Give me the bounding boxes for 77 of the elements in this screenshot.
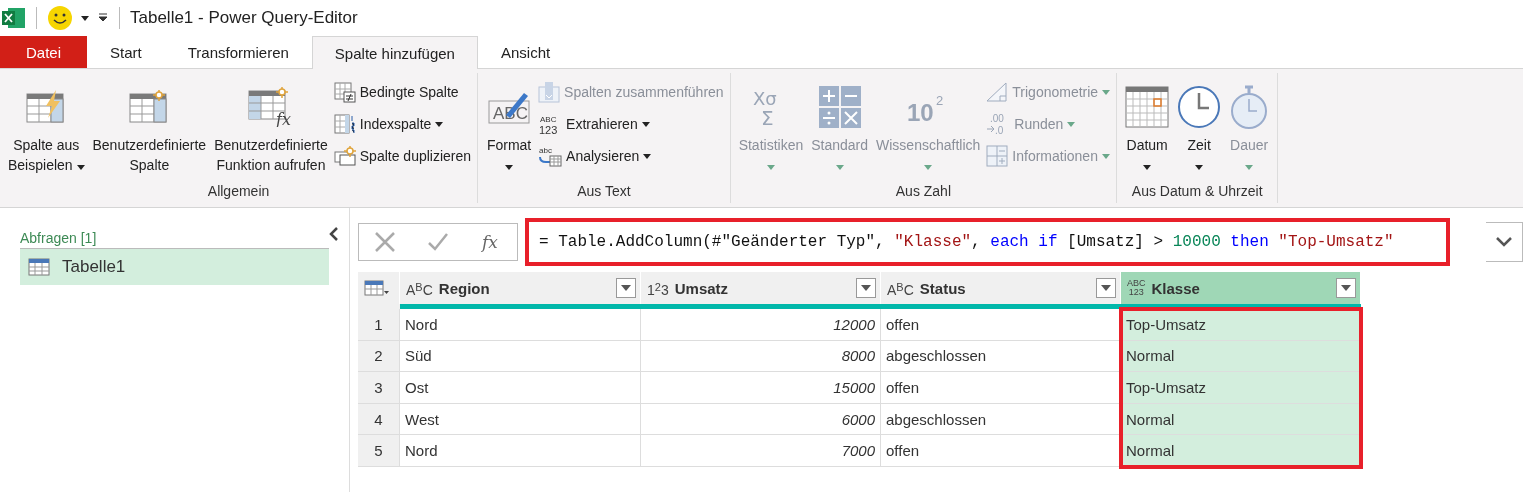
table-cell: 6000 bbox=[641, 403, 881, 436]
duplicate-column-icon bbox=[333, 146, 356, 166]
table-cell: Normal bbox=[1121, 403, 1361, 436]
caret-icon bbox=[861, 285, 871, 291]
table-cell: 8000 bbox=[641, 340, 881, 373]
table-cell: Nord bbox=[400, 435, 641, 467]
ribbon-button[interactable]: Spalte duplizieren bbox=[333, 143, 472, 169]
table-cell: Ost bbox=[400, 372, 641, 404]
triangle-ruler-icon bbox=[986, 81, 1009, 103]
merge-columns-icon bbox=[538, 81, 561, 103]
row-number: 1 bbox=[358, 309, 400, 341]
table-cell: 7000 bbox=[641, 435, 881, 467]
ribbon-button[interactable]: Benutzerdefinierte Spalte bbox=[90, 73, 209, 175]
table-cell: Süd bbox=[400, 340, 641, 373]
row-number: 5 bbox=[358, 435, 400, 467]
caret-icon bbox=[81, 15, 89, 21]
group-label: Aus Zahl bbox=[894, 183, 952, 201]
index-column-icon bbox=[333, 113, 356, 135]
table-cell: Top-Umsatz bbox=[1121, 372, 1361, 404]
row-number: 3 bbox=[358, 372, 400, 404]
table-cell: 12000 bbox=[641, 309, 881, 341]
table-cell: West bbox=[400, 403, 641, 436]
number-type-icon: 1$^{2}$3 bbox=[647, 278, 669, 298]
ribbon-button[interactable]: abc Analysieren bbox=[538, 143, 724, 169]
caret-icon bbox=[1101, 285, 1111, 291]
formula-field[interactable]: = Table.AddColumn(#"Geänderter Typ", "Klasse", each if [Umsatz] > 10000 then "Top-Umsatz" bbox=[525, 218, 1450, 266]
function-icon[interactable]: fx bbox=[479, 231, 502, 253]
text-type-icon: A$^{B}$C bbox=[406, 278, 433, 298]
group-label: Aus Text bbox=[576, 183, 632, 201]
table-menu-button[interactable] bbox=[358, 272, 400, 304]
table-lightning-icon bbox=[26, 90, 67, 124]
text-type-icon: A$^{B}$C bbox=[887, 278, 914, 298]
column-header[interactable]: A$^{B}$C Status bbox=[881, 272, 1121, 304]
caret-icon bbox=[621, 285, 631, 291]
ribbon-button[interactable]: Spalte aus Beispielen bbox=[6, 73, 87, 175]
check-icon[interactable] bbox=[427, 231, 449, 253]
ribbon-tab[interactable]: Spalte hinzufügen bbox=[311, 36, 478, 69]
ribbon-button[interactable]: Bedingte Spalte bbox=[333, 79, 472, 105]
group-label: Allgemein bbox=[206, 183, 271, 201]
row-number: 4 bbox=[358, 403, 400, 436]
query-item[interactable]: Tabelle1 bbox=[20, 249, 329, 285]
row-number: 2 bbox=[358, 340, 400, 373]
table-icon bbox=[364, 280, 390, 296]
table-cell: Top-Umsatz bbox=[1121, 309, 1361, 341]
filter-button[interactable] bbox=[616, 278, 636, 298]
table-cell: 15000 bbox=[641, 372, 881, 404]
text-number-icon: ABC 123 bbox=[538, 113, 563, 135]
ribbon-button[interactable]: Zeit bbox=[1175, 73, 1224, 175]
caret-icon bbox=[1341, 285, 1351, 291]
ribbon-tab[interactable]: Datei bbox=[0, 36, 88, 68]
filter-button[interactable] bbox=[856, 278, 876, 298]
filter-button[interactable] bbox=[1336, 278, 1356, 298]
customize-toolbar-icon[interactable] bbox=[97, 13, 109, 23]
ribbon-button[interactable]: Indexspalte bbox=[333, 111, 472, 137]
table-cell: Normal bbox=[1121, 340, 1361, 373]
table-cell: Nord bbox=[400, 309, 641, 341]
table-icon bbox=[28, 258, 50, 276]
chevron-down-icon bbox=[1496, 237, 1512, 247]
any-type-icon: ABC 123 bbox=[1127, 279, 1146, 297]
smiley-icon bbox=[47, 5, 73, 31]
collapse-icon[interactable] bbox=[329, 226, 339, 242]
table-cell: Normal bbox=[1121, 435, 1361, 467]
calendar-icon bbox=[1125, 86, 1170, 128]
conditional-column-icon bbox=[333, 81, 356, 103]
group-label: Aus Datum & Uhrzeit bbox=[1130, 183, 1264, 201]
ribbon-button[interactable]: Datum bbox=[1123, 73, 1172, 175]
window-title: Tabelle1 - Power Query-Editor bbox=[130, 8, 358, 28]
statistics-icon: Xσ Σ bbox=[750, 87, 791, 127]
table-sparkle-icon bbox=[129, 90, 170, 124]
column-header[interactable]: 1$^{2}$3 Umsatz bbox=[641, 272, 881, 304]
info-grid-icon bbox=[986, 145, 1009, 167]
calculator-icon bbox=[818, 86, 861, 128]
clock-icon bbox=[1177, 85, 1222, 129]
filter-button[interactable] bbox=[1096, 278, 1116, 298]
column-header[interactable]: A$^{B}$C Region bbox=[400, 272, 641, 304]
stopwatch-icon bbox=[1229, 85, 1270, 129]
expand-button[interactable] bbox=[1486, 222, 1523, 262]
